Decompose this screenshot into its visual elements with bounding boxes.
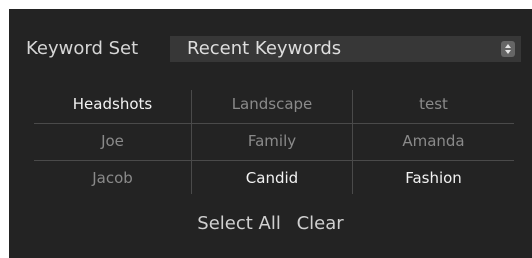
keyword-button[interactable]: Fashion	[353, 161, 514, 195]
keyword-panel: Keyword Set Recent Keywords Headshots La…	[9, 9, 532, 258]
keyword-actions: Select All Clear	[9, 212, 532, 236]
keyword-button[interactable]: Candid	[192, 161, 352, 195]
keyword-button[interactable]: Joe	[34, 124, 191, 158]
keyword-button[interactable]: Landscape	[192, 87, 352, 121]
keyword-set-label: Keyword Set	[26, 38, 139, 59]
clear-button[interactable]: Clear	[297, 213, 344, 234]
keyword-row: Joe Family Amanda	[34, 124, 514, 158]
keyword-row: Headshots Landscape test	[34, 87, 514, 121]
keyword-button[interactable]: Family	[192, 124, 352, 158]
keyword-set-select[interactable]: Recent Keywords	[170, 36, 521, 62]
keyword-button[interactable]: Amanda	[353, 124, 514, 158]
keyword-set-selected-value: Recent Keywords	[187, 38, 342, 59]
keyword-button[interactable]: test	[353, 87, 514, 121]
select-all-button[interactable]: Select All	[197, 213, 281, 234]
keyword-row: Jacob Candid Fashion	[34, 161, 514, 195]
keyword-button[interactable]: Headshots	[34, 87, 191, 121]
select-stepper-icon	[501, 41, 515, 57]
keyword-button[interactable]: Jacob	[34, 161, 191, 195]
keyword-grid: Headshots Landscape test Joe Family Aman…	[34, 87, 514, 197]
